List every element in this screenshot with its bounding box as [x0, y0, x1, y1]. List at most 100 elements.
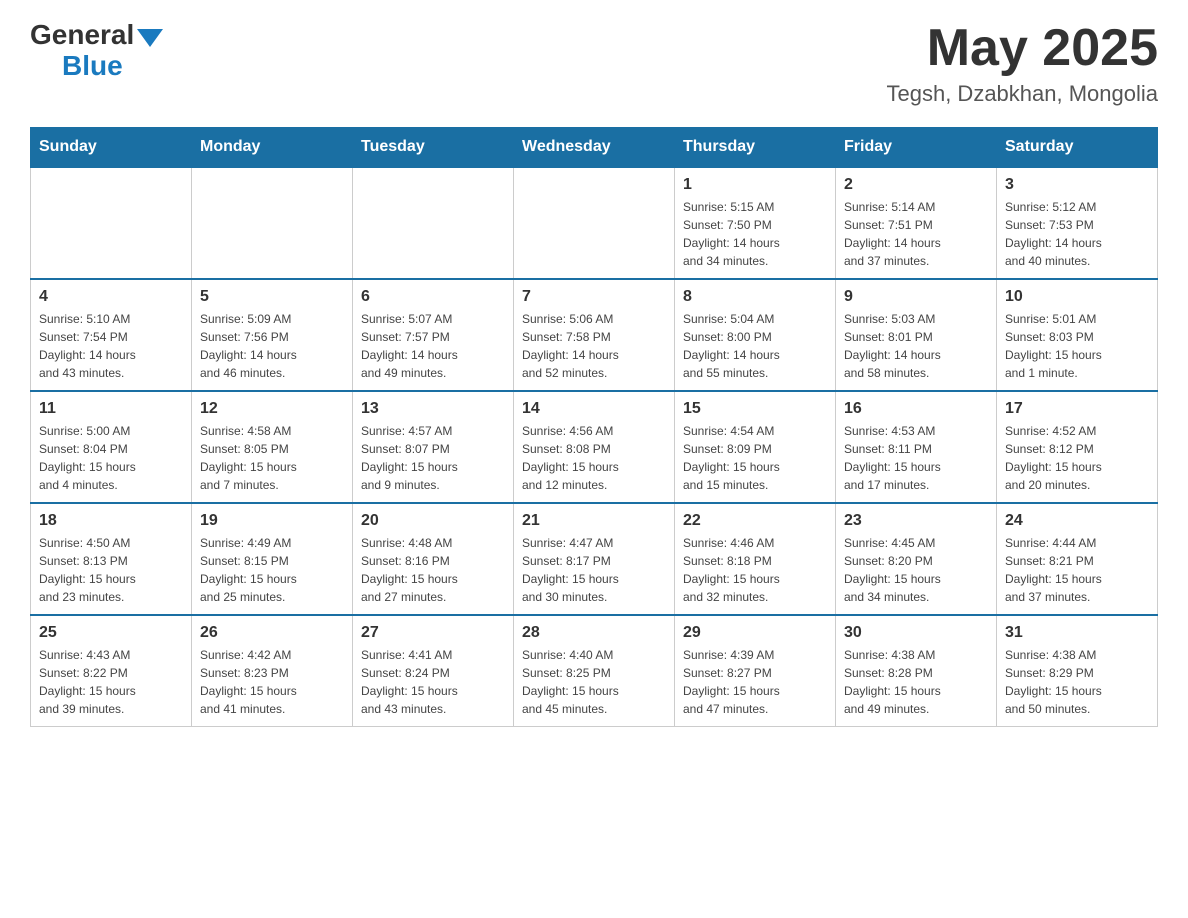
day-number: 5	[200, 288, 344, 306]
day-number: 19	[200, 512, 344, 530]
day-number: 15	[683, 400, 827, 418]
day-number: 2	[844, 176, 988, 194]
day-number: 14	[522, 400, 666, 418]
day-info: Sunrise: 5:12 AM Sunset: 7:53 PM Dayligh…	[1005, 198, 1149, 270]
day-info: Sunrise: 4:41 AM Sunset: 8:24 PM Dayligh…	[361, 646, 505, 718]
day-info: Sunrise: 4:45 AM Sunset: 8:20 PM Dayligh…	[844, 534, 988, 606]
table-row: 28Sunrise: 4:40 AM Sunset: 8:25 PM Dayli…	[514, 615, 675, 727]
day-number: 12	[200, 400, 344, 418]
header-wednesday: Wednesday	[514, 128, 675, 168]
day-number: 20	[361, 512, 505, 530]
day-number: 6	[361, 288, 505, 306]
table-row: 9Sunrise: 5:03 AM Sunset: 8:01 PM Daylig…	[836, 279, 997, 391]
day-number: 25	[39, 624, 183, 642]
title-area: May 2025 Tegsh, Dzabkhan, Mongolia	[887, 20, 1159, 107]
table-row: 18 Sunrise: 4:50 AM Sunset: 8:13 PM Dayli…	[31, 503, 192, 615]
header-monday: Monday	[192, 128, 353, 168]
table-row: 14 Sunrise: 4:56 AM Sunset: 8:08 PM Dayli…	[514, 391, 675, 503]
day-info: Sunrise: 5:01 AM Sunset: 8:03 PM Dayligh…	[1005, 310, 1149, 382]
table-row: 2 Sunrise: 5:14 AM Sunset: 7:51 PM Daylig…	[836, 167, 997, 279]
day-info: Sunrise: 4:49 AM Sunset: 8:15 PM Dayligh…	[200, 534, 344, 606]
day-info: Sunrise: 5:00 AM Sunset: 8:04 PM Dayligh…	[39, 422, 183, 494]
logo-general-text: General	[30, 20, 134, 51]
day-number: 4	[39, 288, 183, 306]
table-row: 12 Sunrise: 4:58 AM Sunset: 8:05 PM Dayli…	[192, 391, 353, 503]
table-row: 5 Sunrise: 5:09 AM Sunset: 7:56 PM Daylig…	[192, 279, 353, 391]
day-info: Sunrise: 4:42 AM Sunset: 8:23 PM Dayligh…	[200, 646, 344, 718]
day-number: 8	[683, 288, 827, 306]
table-row: 19 Sunrise: 4:49 AM Sunset: 8:15 PM Dayli…	[192, 503, 353, 615]
day-number: 7	[522, 288, 666, 306]
day-number: 24	[1005, 512, 1149, 530]
table-row: 27 Sunrise: 4:41 AM Sunset: 8:24 PM Dayli…	[353, 615, 514, 727]
logo-blue-text: Blue	[62, 50, 123, 81]
table-row: 26 Sunrise: 4:42 AM Sunset: 8:23 PM Dayli…	[192, 615, 353, 727]
calendar-table: Sunday Monday Tuesday Wednesday Thursday…	[30, 127, 1158, 727]
day-info: Sunrise: 5:06 AM Sunset: 7:58 PM Dayligh…	[522, 310, 666, 382]
day-info: Sunrise: 5:15 AM Sunset: 7:50 PM Dayligh…	[683, 198, 827, 270]
day-info: Sunrise: 4:54 AM Sunset: 8:09 PM Dayligh…	[683, 422, 827, 494]
day-info: Sunrise: 4:53 AM Sunset: 8:11 PM Dayligh…	[844, 422, 988, 494]
day-number: 11	[39, 400, 183, 418]
table-row: 16 Sunrise: 4:53 AM Sunset: 8:11 PM Dayli…	[836, 391, 997, 503]
day-number: 31	[1005, 624, 1149, 642]
table-row: 21Sunrise: 4:47 AM Sunset: 8:17 PM Dayli…	[514, 503, 675, 615]
calendar-week-row: 4Sunrise: 5:10 AM Sunset: 7:54 PM Daylig…	[31, 279, 1158, 391]
day-number: 18	[39, 512, 183, 530]
day-number: 13	[361, 400, 505, 418]
table-row: 29Sunrise: 4:39 AM Sunset: 8:27 PM Dayli…	[675, 615, 836, 727]
header-thursday: Thursday	[675, 128, 836, 168]
table-row: 30Sunrise: 4:38 AM Sunset: 8:28 PM Dayli…	[836, 615, 997, 727]
table-row: 20 Sunrise: 4:48 AM Sunset: 8:16 PM Dayli…	[353, 503, 514, 615]
logo: General Blue	[30, 20, 163, 82]
table-row: 24 Sunrise: 4:44 AM Sunset: 8:21 PM Dayli…	[997, 503, 1158, 615]
table-row: 10Sunrise: 5:01 AM Sunset: 8:03 PM Dayli…	[997, 279, 1158, 391]
header-tuesday: Tuesday	[353, 128, 514, 168]
day-number: 22	[683, 512, 827, 530]
month-year-title: May 2025	[887, 20, 1159, 77]
day-number: 16	[844, 400, 988, 418]
table-row: 13 Sunrise: 4:57 AM Sunset: 8:07 PM Dayli…	[353, 391, 514, 503]
day-info: Sunrise: 4:56 AM Sunset: 8:08 PM Dayligh…	[522, 422, 666, 494]
location-subtitle: Tegsh, Dzabkhan, Mongolia	[887, 81, 1159, 107]
calendar-header-row: Sunday Monday Tuesday Wednesday Thursday…	[31, 128, 1158, 168]
table-row: 17 Sunrise: 4:52 AM Sunset: 8:12 PM Dayli…	[997, 391, 1158, 503]
day-number: 27	[361, 624, 505, 642]
day-info: Sunrise: 4:48 AM Sunset: 8:16 PM Dayligh…	[361, 534, 505, 606]
table-row: 4Sunrise: 5:10 AM Sunset: 7:54 PM Daylig…	[31, 279, 192, 391]
day-number: 29	[683, 624, 827, 642]
day-number: 1	[683, 176, 827, 194]
day-number: 30	[844, 624, 988, 642]
day-info: Sunrise: 4:58 AM Sunset: 8:05 PM Dayligh…	[200, 422, 344, 494]
day-number: 23	[844, 512, 988, 530]
day-info: Sunrise: 4:44 AM Sunset: 8:21 PM Dayligh…	[1005, 534, 1149, 606]
day-number: 17	[1005, 400, 1149, 418]
table-row: 23 Sunrise: 4:45 AM Sunset: 8:20 PM Dayli…	[836, 503, 997, 615]
table-row: 15 Sunrise: 4:54 AM Sunset: 8:09 PM Dayli…	[675, 391, 836, 503]
day-info: Sunrise: 5:04 AM Sunset: 8:00 PM Dayligh…	[683, 310, 827, 382]
header-sunday: Sunday	[31, 128, 192, 168]
table-row: 6 Sunrise: 5:07 AM Sunset: 7:57 PM Daylig…	[353, 279, 514, 391]
day-info: Sunrise: 4:43 AM Sunset: 8:22 PM Dayligh…	[39, 646, 183, 718]
logo-triangle-icon	[137, 29, 163, 47]
day-info: Sunrise: 5:14 AM Sunset: 7:51 PM Dayligh…	[844, 198, 988, 270]
table-row: 31Sunrise: 4:38 AM Sunset: 8:29 PM Dayli…	[997, 615, 1158, 727]
day-info: Sunrise: 4:50 AM Sunset: 8:13 PM Dayligh…	[39, 534, 183, 606]
day-number: 9	[844, 288, 988, 306]
table-row	[192, 167, 353, 279]
table-row: 7 Sunrise: 5:06 AM Sunset: 7:58 PM Daylig…	[514, 279, 675, 391]
calendar-week-row: 18 Sunrise: 4:50 AM Sunset: 8:13 PM Dayli…	[31, 503, 1158, 615]
day-info: Sunrise: 5:07 AM Sunset: 7:57 PM Dayligh…	[361, 310, 505, 382]
day-info: Sunrise: 4:46 AM Sunset: 8:18 PM Dayligh…	[683, 534, 827, 606]
table-row	[353, 167, 514, 279]
day-info: Sunrise: 4:52 AM Sunset: 8:12 PM Dayligh…	[1005, 422, 1149, 494]
calendar-week-row: 25 Sunrise: 4:43 AM Sunset: 8:22 PM Dayli…	[31, 615, 1158, 727]
table-row: 25 Sunrise: 4:43 AM Sunset: 8:22 PM Dayli…	[31, 615, 192, 727]
header: General Blue May 2025 Tegsh, Dzabkhan, M…	[30, 20, 1158, 107]
header-saturday: Saturday	[997, 128, 1158, 168]
day-info: Sunrise: 5:09 AM Sunset: 7:56 PM Dayligh…	[200, 310, 344, 382]
day-info: Sunrise: 4:57 AM Sunset: 8:07 PM Dayligh…	[361, 422, 505, 494]
day-number: 26	[200, 624, 344, 642]
day-number: 28	[522, 624, 666, 642]
table-row: 22 Sunrise: 4:46 AM Sunset: 8:18 PM Dayli…	[675, 503, 836, 615]
